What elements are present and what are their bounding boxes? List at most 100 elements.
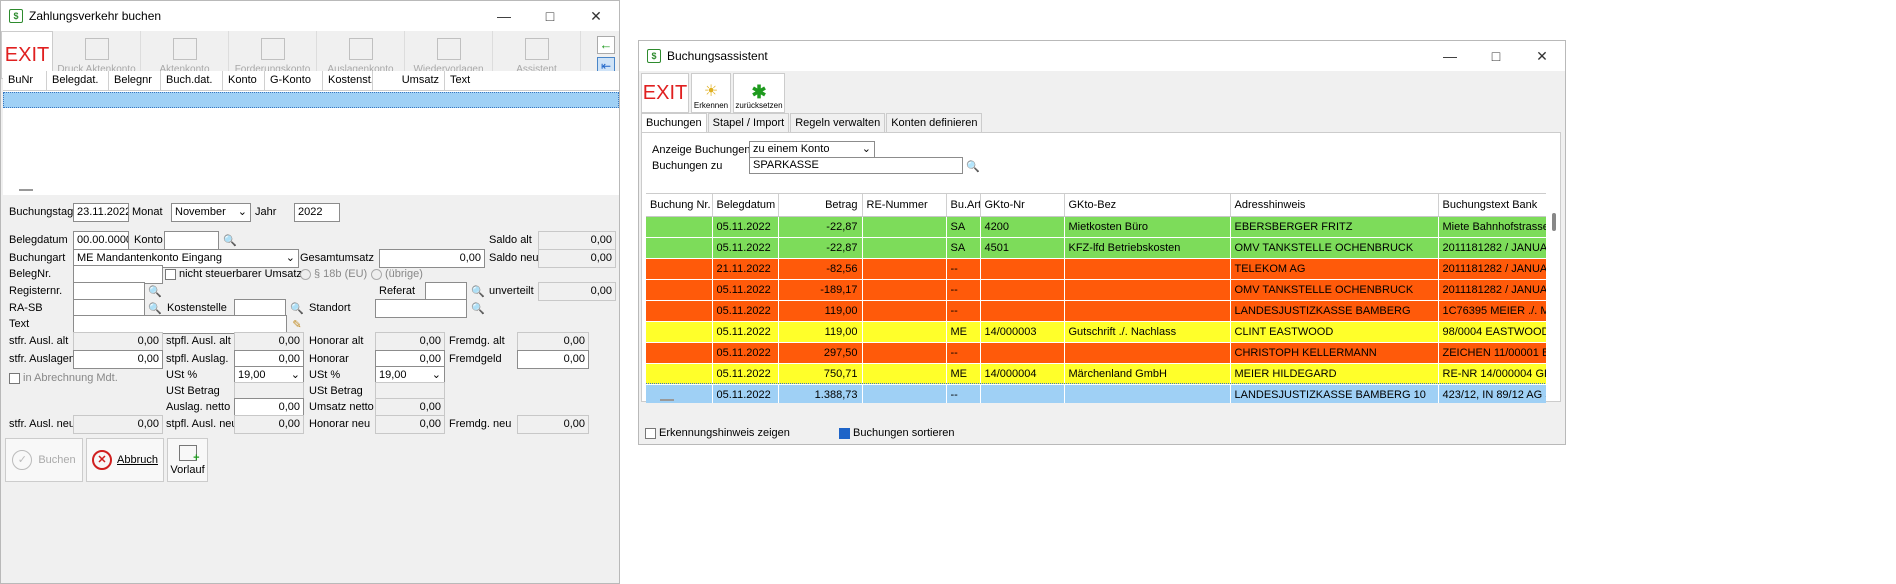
erkennen-button[interactable]: ☀ Erkennen (691, 73, 731, 113)
standort-field[interactable] (375, 299, 467, 318)
maximize-icon[interactable]: □ (527, 1, 573, 31)
uebrige-radio[interactable]: (übrige) (371, 268, 423, 280)
col-adresshinweis[interactable]: Adresshinweis (1230, 194, 1439, 217)
zuruecksetzen-button[interactable]: ✱ zurücksetzen (733, 73, 785, 113)
vorlauf-button[interactable]: + Vorlauf (167, 438, 208, 482)
gesamtumsatz-field[interactable]: 0,00 (379, 249, 485, 268)
table-row[interactable]: 21.11.2022 -82,56 -- TELEKOM AG 2011181282 /… (646, 258, 1546, 280)
col-umsatz[interactable]: Umsatz (373, 71, 445, 90)
tab-konten-definieren[interactable]: Konten definieren (886, 113, 983, 132)
tab-buchungen[interactable]: Buchungen (641, 113, 707, 132)
saldo-alt-label: Saldo alt (489, 234, 532, 246)
table-row[interactable]: 05.11.2022 119,00 ME 14/000003 Gutschrift ./… (646, 321, 1546, 343)
anzeige-select[interactable]: zu einem Konto ⌄ (749, 141, 875, 158)
fremdg-neu-field: 0,00 (517, 415, 589, 434)
search-icon[interactable]: 🔍 (147, 300, 163, 316)
buchungstag-field[interactable]: 23.11.2022 (73, 203, 129, 222)
col-bu-art[interactable]: Bu.Art (946, 194, 981, 217)
abbruch-button[interactable]: ✕ Abbruch (86, 438, 164, 482)
col-buchdat[interactable]: Buch.dat. (161, 71, 223, 90)
table-row[interactable]: 05.11.2022 -22,87 SA 4200 Mietkosten Büro EBE… (646, 216, 1546, 238)
col-gkto-bez[interactable]: GKto-Bez (1064, 194, 1231, 217)
cell-gkto (980, 384, 1065, 403)
col-belegnr[interactable]: Belegnr (109, 71, 161, 90)
jahr-field[interactable]: 2022 (294, 203, 340, 222)
in-abrechnung-checkbox[interactable]: in Abrechnung Mdt. (9, 372, 118, 384)
col-buchungstext-bank[interactable]: Buchungstext Bank (1438, 194, 1546, 217)
para18b-radio[interactable]: § 18b (EU) (300, 268, 367, 280)
monat-label: Monat (132, 206, 163, 218)
search-icon[interactable]: 🔍 (965, 158, 981, 174)
cell-art: -- (946, 300, 981, 322)
jahr-label: Jahr (255, 206, 277, 218)
tab-stapel-import[interactable]: Stapel / Import (707, 113, 790, 132)
col-belegdatum[interactable]: Belegdatum (712, 194, 779, 217)
col-gkonto[interactable]: G-Konto (265, 71, 323, 90)
stfr-auslagen-field[interactable]: 0,00 (73, 350, 163, 369)
chevron-down-icon: ⌄ (285, 252, 295, 264)
erkennungshinweis-checkbox[interactable]: Erkennungshinweis zeigen (645, 427, 790, 439)
cell-nr (646, 342, 713, 364)
close-icon[interactable]: ✕ (573, 1, 619, 31)
splitter-handle[interactable] (19, 189, 33, 191)
col-betrag[interactable]: Betrag (778, 194, 863, 217)
search-icon[interactable]: 🔍 (289, 300, 305, 316)
search-icon[interactable]: 🔍 (470, 283, 486, 299)
tab-regeln-verwalten[interactable]: Regeln verwalten (790, 113, 886, 132)
cell-datum: 05.11.2022 (712, 237, 779, 259)
close-icon[interactable]: ✕ (1519, 41, 1565, 71)
col-buchung-nr[interactable]: Buchung Nr. (646, 194, 713, 217)
col-re-nummer[interactable]: RE-Nummer (862, 194, 947, 217)
sortieren-checkbox[interactable]: Buchungen sortieren (839, 427, 955, 439)
cell-gkto (980, 342, 1065, 364)
table-row[interactable]: 05.11.2022 1.388,73 -- LANDESJUSTIZKASSE BA… (646, 383, 1546, 403)
table-row[interactable]: 05.11.2022 119,00 -- LANDESJUSTIZKASSE BAMB… (646, 300, 1546, 322)
arrow-left-icon[interactable]: ← (597, 35, 615, 54)
col-kostenst[interactable]: Kostenst. (323, 71, 373, 90)
cell-gkto: 14/000003 (980, 321, 1065, 343)
table-row[interactable]: 05.11.2022 -189,17 -- OMV TANKSTELLE OCHENB… (646, 279, 1546, 301)
scrollbar[interactable] (1552, 213, 1556, 231)
table-add-icon: + (178, 444, 200, 464)
konto-field[interactable] (164, 231, 219, 250)
col-bunr[interactable]: BuNr (3, 71, 47, 90)
cell-bez (1064, 258, 1231, 280)
booking-grid[interactable]: BuNr Belegdat. Belegnr Buch.dat. Konto G… (3, 71, 619, 195)
bookings-table-wrap[interactable]: Buchung Nr. Belegdatum Betrag RE-Nummer … (646, 193, 1546, 403)
fremdgeld-field[interactable]: 0,00 (517, 350, 589, 369)
buchen-button[interactable]: ✓ Buchen (5, 438, 83, 482)
belegdatum-field[interactable]: 00.00.0000 (73, 231, 129, 250)
table-row[interactable]: 05.11.2022 -22,87 SA 4501 KFZ-lfd Betriebsko… (646, 237, 1546, 259)
col-konto[interactable]: Konto (223, 71, 265, 90)
search-icon[interactable]: 🔍 (222, 232, 238, 248)
chevron-down-icon: ⌄ (290, 369, 300, 381)
title-bar: $ Zahlungsverkehr buchen — □ ✕ (1, 1, 619, 31)
stpfl-ausl-neu-label: stpfl. Ausl. neu (166, 418, 238, 430)
monat-select[interactable]: November ⌄ (171, 203, 251, 222)
cell-betrag: 297,50 (778, 342, 863, 364)
table-row[interactable]: 05.11.2022 297,50 -- CHRISTOPH KELLERMANN ZE… (646, 342, 1546, 364)
col-belegdat[interactable]: Belegdat. (47, 71, 109, 90)
selected-row[interactable] (3, 92, 619, 108)
cell-adresse: OMV TANKSTELLE OCHENBRUCK (1230, 237, 1439, 259)
table-row[interactable]: 05.11.2022 750,71 ME 14/000004 Märchenland G… (646, 363, 1546, 385)
cell-betrag: 119,00 (778, 300, 863, 322)
search-icon[interactable]: 🔍 (470, 300, 486, 316)
search-icon[interactable]: 🔍 (147, 283, 163, 299)
app-icon: $ (647, 49, 661, 63)
stfr-ausl-alt-label: stfr. Ausl. alt (9, 335, 69, 347)
maximize-icon[interactable]: □ (1473, 41, 1519, 71)
erkennen-label: Erkennen (693, 101, 729, 110)
cell-art: -- (946, 279, 981, 301)
minimize-icon[interactable]: — (481, 1, 527, 31)
cell-gkto: 4200 (980, 216, 1065, 238)
exit-button[interactable]: EXIT (641, 73, 689, 113)
stpfl-ausl-neu-field: 0,00 (234, 415, 304, 434)
col-gkto-nr[interactable]: GKto-Nr (980, 194, 1065, 217)
minimize-icon[interactable]: — (1427, 41, 1473, 71)
splitter-handle[interactable] (660, 399, 674, 401)
nicht-steuerbar-checkbox[interactable]: nicht steuerbarer Umsatz (165, 268, 302, 280)
pencil-icon[interactable]: ✎ (289, 316, 305, 332)
col-text[interactable]: Text (445, 71, 619, 90)
buchungen-zu-field[interactable]: SPARKASSE (749, 157, 963, 174)
